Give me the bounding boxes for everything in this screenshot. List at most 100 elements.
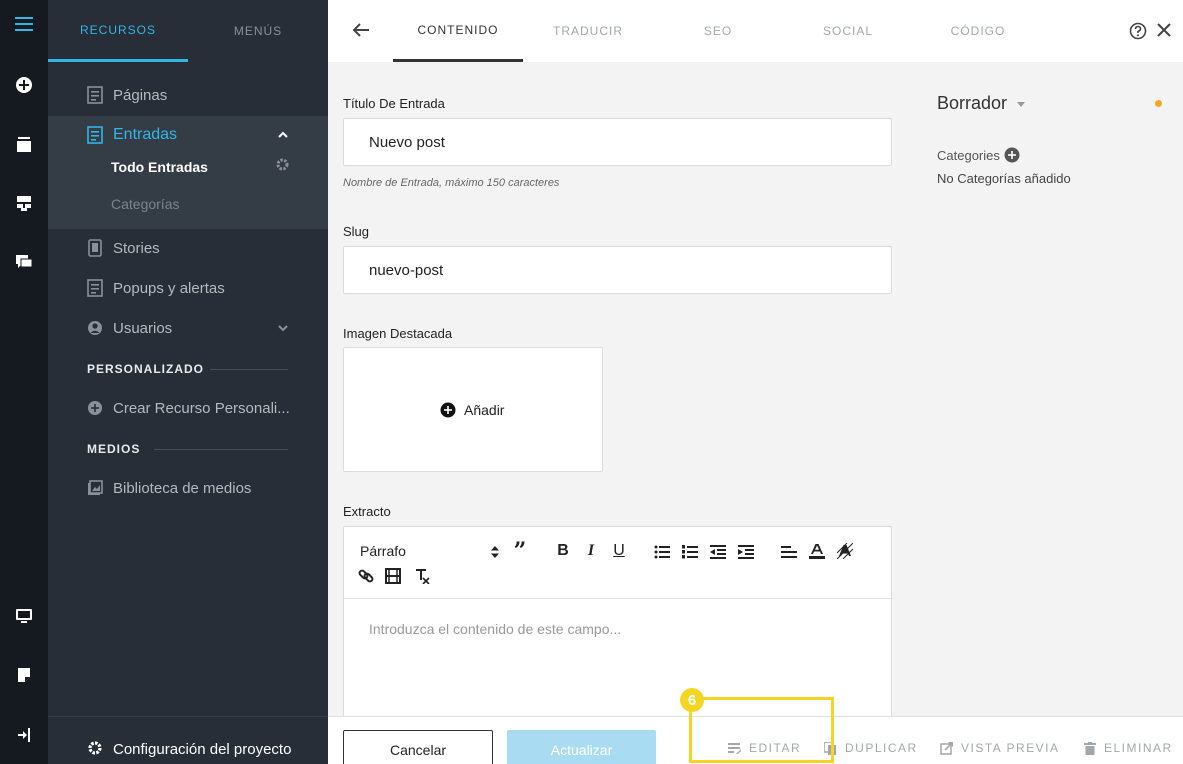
title-input[interactable] [343, 118, 892, 166]
status-dropdown[interactable]: Borrador [937, 93, 1026, 114]
chat-icon[interactable] [0, 250, 48, 274]
featured-image-dropzone[interactable]: Añadir [343, 347, 603, 472]
outdent-icon[interactable] [710, 545, 726, 559]
tab-contenido[interactable]: CONTENIDO [393, 0, 523, 62]
tab-social[interactable]: SOCIAL [783, 0, 913, 62]
slug-label: Slug [343, 224, 370, 239]
monitor-icon[interactable] [0, 604, 48, 628]
bullet-list-icon[interactable] [654, 545, 670, 559]
stories-icon [88, 239, 102, 257]
add-circle-icon [88, 401, 102, 415]
sidebar-item-paginas[interactable]: Páginas [48, 75, 328, 115]
chevron-down-icon[interactable] [276, 321, 290, 335]
excerpt-placeholder[interactable]: Introduzca el contenido de este campo... [369, 621, 621, 637]
highlight-color-icon[interactable] [837, 543, 853, 559]
status-value: Borrador [937, 93, 1008, 113]
bold-icon[interactable]: B [554, 542, 572, 560]
sidebar-item-label: Popups y alertas [113, 279, 225, 297]
add-image-button[interactable]: Añadir [440, 402, 504, 418]
sidebar-item-label: Crear Recurso Personali... [113, 399, 290, 417]
tab-seo[interactable]: SEO [653, 0, 783, 62]
slug-input[interactable] [343, 246, 892, 294]
gear-icon[interactable] [275, 157, 290, 172]
popup-icon [87, 279, 103, 297]
video-icon[interactable] [385, 568, 401, 584]
external-link-icon [940, 741, 953, 755]
back-arrow-icon[interactable] [352, 22, 370, 38]
tab-traducir[interactable]: TRADUCIR [523, 0, 653, 62]
select-arrows-icon[interactable] [491, 546, 499, 558]
sidebar-item-biblioteca[interactable]: Biblioteca de medios [48, 468, 328, 508]
quote-icon[interactable]: ” [511, 538, 529, 564]
featured-image-label: Imagen Destacada [343, 326, 453, 341]
logout-icon[interactable] [0, 723, 48, 747]
add-circle-icon [440, 402, 456, 418]
step-badge: 6 [680, 688, 704, 712]
image-gallery-icon [88, 480, 103, 495]
stack-icon[interactable] [0, 132, 48, 156]
section-medios: MEDIOS [87, 442, 141, 456]
add-image-label: Añadir [464, 402, 505, 418]
divider [210, 369, 288, 370]
page-icon [87, 86, 103, 104]
sidebar-item-label: Usuarios [113, 319, 173, 337]
user-icon [88, 321, 102, 335]
delete-label: ELIMINAR [1104, 741, 1173, 755]
highlight-box [689, 697, 834, 763]
sidebar-item-label: Stories [113, 239, 160, 257]
sidebar-item-usuarios[interactable]: Usuarios [48, 308, 328, 348]
categories-empty-text: No Categorías añadido [937, 171, 1071, 186]
icon-rail [0, 0, 48, 764]
italic-icon[interactable]: I [582, 542, 600, 560]
tab-recursos[interactable]: RECURSOS [48, 0, 188, 62]
sidebar-tabs: RECURSOS MENÚS [48, 0, 328, 62]
align-left-icon[interactable] [781, 545, 797, 559]
paragraph-select[interactable]: Párrafo [360, 542, 406, 560]
preview-action[interactable]: VISTA PREVIA [940, 741, 1059, 755]
add-circle-icon[interactable] [0, 73, 48, 97]
sidebar-subitem-todo-entradas[interactable]: Todo Entradas [111, 159, 208, 175]
layout-icon[interactable] [0, 191, 48, 215]
section-personalizado: PERSONALIZADO [87, 362, 205, 376]
help-icon[interactable] [1129, 22, 1147, 40]
status-indicator-dot [1155, 100, 1162, 107]
sidebar-item-entradas[interactable]: Entradas [48, 115, 328, 155]
sidebar-item-crear-recurso[interactable]: Crear Recurso Personali... [48, 388, 328, 428]
project-settings[interactable]: Configuración del proyecto [48, 716, 328, 764]
delete-action[interactable]: ELIMINAR [1084, 741, 1173, 755]
post-icon [87, 126, 103, 144]
project-settings-label: Configuración del proyecto [113, 741, 292, 758]
link-icon[interactable] [358, 568, 374, 584]
editor-tabs: CONTENIDO TRADUCIR SEO SOCIAL CÓDIGO [328, 0, 1183, 62]
close-icon[interactable] [1156, 22, 1172, 38]
divider [154, 449, 288, 450]
duplicate-label: DUPLICAR [845, 741, 918, 755]
sidebar-item-stories[interactable]: Stories [48, 228, 328, 268]
sidebar-item-label: Páginas [113, 86, 168, 104]
excerpt-label: Extracto [343, 504, 391, 519]
note-icon[interactable] [0, 663, 48, 687]
tab-codigo[interactable]: CÓDIGO [913, 0, 1043, 62]
cancel-button[interactable]: Cancelar [343, 730, 493, 764]
sidebar-item-popups[interactable]: Popups y alertas [48, 268, 328, 308]
preview-label: VISTA PREVIA [961, 741, 1060, 755]
trash-icon [1084, 741, 1096, 755]
settings-gear-icon [88, 741, 102, 755]
sidebar-subitem-categorias[interactable]: Categorías [111, 196, 179, 212]
underline-icon[interactable]: U [610, 542, 628, 560]
update-button[interactable]: Actualizar [507, 730, 656, 764]
caret-down-icon [1017, 102, 1026, 107]
tab-menus[interactable]: MENÚS [188, 0, 328, 62]
indent-icon[interactable] [738, 545, 754, 559]
categories-header: Categories [937, 147, 1020, 163]
text-color-icon[interactable] [809, 543, 825, 559]
resource-sidebar: RECURSOS MENÚS Páginas Entradas Todo Ent… [48, 0, 328, 764]
clear-format-icon[interactable] [414, 568, 430, 584]
excerpt-editor: Párrafo ” B I U Introduzca el contenido … [343, 526, 892, 726]
chevron-up-icon[interactable] [276, 128, 290, 142]
hamburger-menu-icon[interactable] [0, 12, 48, 36]
numbered-list-icon[interactable] [682, 545, 698, 559]
add-category-icon[interactable] [1004, 147, 1020, 163]
duplicate-action[interactable]: DUPLICAR [824, 741, 918, 755]
title-label: Título De Entrada [343, 96, 445, 111]
